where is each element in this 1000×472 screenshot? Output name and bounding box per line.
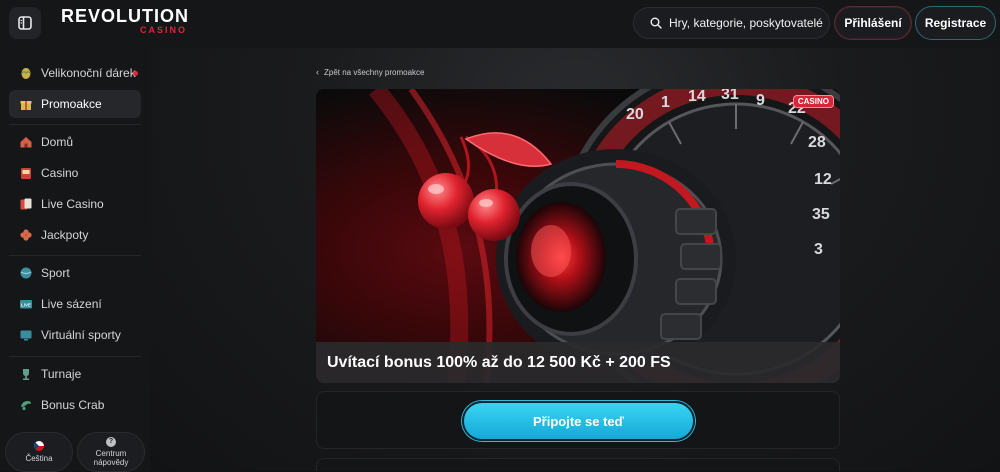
sidebar-item-live-casino[interactable]: Live Casino (9, 190, 141, 218)
join-now-button[interactable]: Připojte se teď (462, 401, 695, 441)
notification-dot (133, 71, 138, 76)
sidebar-item-label: Jackpoty (41, 228, 89, 242)
live-cards-icon (19, 197, 33, 211)
promo-title: Uvítací bonus 100% až do 12 500 Kč + 200… (327, 353, 671, 371)
home-icon (19, 135, 33, 149)
help-label-line-1: Centrum (95, 449, 127, 458)
sidebar-item-label: Sport (41, 266, 70, 280)
virtual-screen-icon (19, 328, 33, 342)
sport-ball-icon (19, 266, 33, 280)
logo-wordmark: REVOLUTION (61, 6, 190, 26)
search-placeholder: Hry, kategorie, poskytovatelé (669, 16, 823, 30)
sidebar-item-jackpots[interactable]: Jackpoty (9, 221, 141, 249)
promo-banner-image: 20 1 14 31 9 22 28 12 35 3 (316, 89, 840, 383)
login-button[interactable]: Přihlášení (834, 6, 912, 40)
sidebar-item-live-betting[interactable]: LIVE Live sázení (9, 290, 141, 318)
revolution-casino-logo[interactable]: REVOLUTION CASINO (61, 7, 193, 39)
sidebar-item-promotions[interactable]: Promoakce (9, 90, 141, 118)
sidebar-item-label: Live Casino (41, 197, 104, 211)
sidebar-item-label: Velikonoční dárek (41, 66, 136, 80)
help-icon: ? (106, 437, 116, 447)
sidebar-divider (9, 356, 141, 357)
clover-icon (19, 228, 33, 242)
chevron-left-icon: ‹ (316, 67, 319, 77)
sidebar: Velikonoční dárek Promoakce Domů Casino … (0, 48, 150, 472)
language-label: Čeština (25, 454, 53, 463)
help-center-button[interactable]: ? Centrum nápovědy (77, 432, 145, 472)
easter-egg-icon (19, 66, 33, 80)
sidebar-item-casino[interactable]: Casino (9, 159, 141, 187)
slot-machine-icon (19, 166, 33, 180)
back-link-label: Zpět na všechny promoakce (324, 67, 425, 77)
sidebar-item-tournaments[interactable]: Turnaje (9, 360, 141, 388)
svg-text:31: 31 (721, 89, 739, 103)
svg-text:14: 14 (688, 89, 706, 105)
language-selector[interactable]: Čeština (5, 432, 73, 472)
main-content: ‹ Zpět na všechny promoakce 20 1 14 31 9… (150, 48, 1000, 471)
sidebar-item-label: Domů (41, 135, 74, 149)
trophy-icon (19, 367, 33, 381)
sidebar-item-label: Promoakce (41, 97, 102, 111)
sidebar-divider (9, 255, 141, 256)
join-card: Připojte se teď (316, 391, 840, 449)
promo-banner-card[interactable]: 20 1 14 31 9 22 28 12 35 3 CASINO Uvítac… (316, 89, 840, 383)
sidebar-item-label: Casino (41, 166, 79, 180)
crab-claw-icon (19, 398, 33, 412)
svg-text:3: 3 (814, 241, 823, 258)
search-input[interactable]: Hry, kategorie, poskytovatelé (633, 7, 830, 39)
casino-badge: CASINO (792, 95, 834, 108)
promo-details-card (316, 458, 840, 471)
sidebar-item-home[interactable]: Domů (9, 128, 141, 156)
back-to-promotions-link[interactable]: ‹ Zpět na všechny promoakce (316, 67, 425, 77)
help-label-line-2: nápovědy (93, 458, 129, 467)
sidebar-toggle-button[interactable] (9, 7, 41, 39)
svg-text:12: 12 (814, 171, 832, 188)
czech-flag-icon (34, 441, 44, 451)
sidebar-item-label: Live sázení (41, 297, 102, 311)
search-icon (650, 17, 662, 29)
sidebar-divider (9, 124, 141, 125)
svg-text:20: 20 (626, 106, 644, 123)
sidebar-item-sport[interactable]: Sport (9, 259, 141, 287)
svg-text:9: 9 (756, 92, 765, 109)
sidebar-item-bonus-crab[interactable]: Bonus Crab (9, 391, 141, 419)
live-tv-icon: LIVE (19, 297, 33, 311)
svg-text:LIVE: LIVE (21, 303, 31, 308)
sidebar-toggle-icon (18, 16, 32, 30)
sidebar-item-virtual-sports[interactable]: Virtuální sporty (9, 321, 141, 349)
sidebar-item-easter-gift[interactable]: Velikonoční dárek (9, 59, 141, 87)
logo-subtitle: CASINO (139, 25, 187, 35)
svg-text:28: 28 (808, 134, 826, 151)
sidebar-item-label: Virtuální sporty (41, 328, 121, 342)
svg-text:1: 1 (661, 94, 670, 111)
svg-text:35: 35 (812, 206, 830, 223)
gift-icon (19, 97, 33, 111)
top-header: REVOLUTION CASINO Hry, kategorie, poskyt… (0, 0, 1000, 48)
register-button[interactable]: Registrace (915, 6, 996, 40)
promo-title-bar: Uvítací bonus 100% až do 12 500 Kč + 200… (316, 342, 840, 383)
sidebar-item-label: Turnaje (41, 367, 82, 381)
sidebar-item-label: Bonus Crab (41, 398, 105, 412)
